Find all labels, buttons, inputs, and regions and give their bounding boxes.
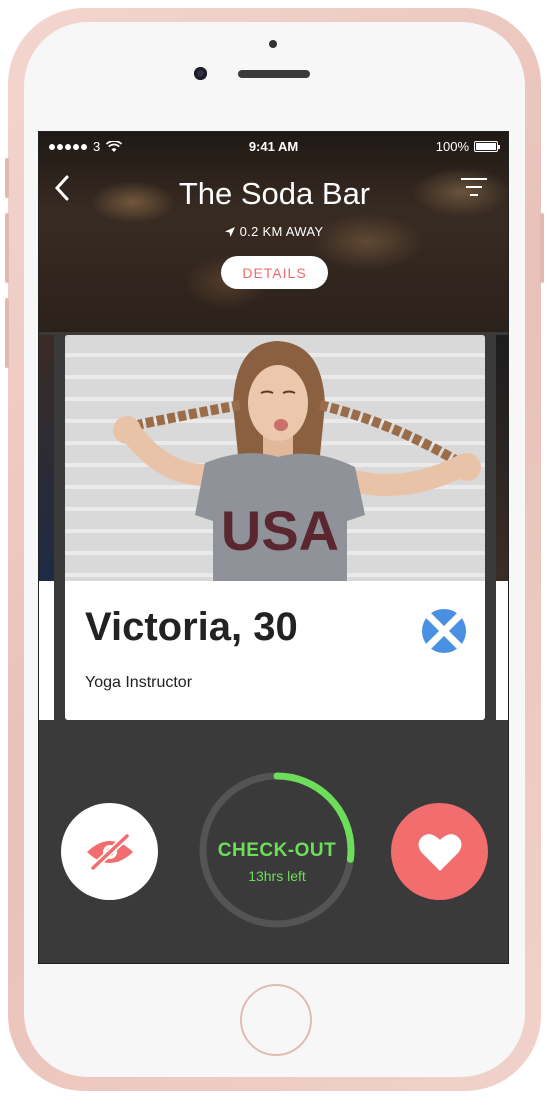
filter-icon <box>461 178 487 196</box>
battery-group: 100% <box>435 139 500 154</box>
power-button <box>540 213 544 283</box>
status-bar: 3 9:41 AM 100% <box>39 132 508 160</box>
proximity-sensor <box>269 40 277 48</box>
battery-percent: 100% <box>435 139 469 154</box>
profile-name: Victoria, 30 <box>85 605 298 649</box>
distance-indicator: 0.2 KM AWAY <box>39 224 508 239</box>
volume-up-button <box>5 213 9 283</box>
mute-switch <box>5 158 9 198</box>
volume-down-button <box>5 298 9 368</box>
shirt-print-text: USA <box>221 499 339 562</box>
hide-button[interactable] <box>61 803 158 900</box>
next-profile-card[interactable] <box>496 335 508 720</box>
back-chevron-icon <box>54 175 69 201</box>
profile-card[interactable]: USA Victoria, 30 Yoga Instructor <box>65 335 485 720</box>
app-screen: 3 9:41 AM 100% The Soda Bar 0.2 KM AWAY … <box>38 131 509 964</box>
like-button[interactable] <box>391 803 488 900</box>
checkout-label: CHECK-OUT <box>217 840 337 861</box>
heart-icon <box>418 833 461 871</box>
profile-photo: USA <box>65 335 485 581</box>
distance-text: 0.2 KM AWAY <box>239 224 324 239</box>
filter-button[interactable] <box>460 176 488 198</box>
earpiece-speaker <box>238 70 310 78</box>
battery-icon <box>474 141 500 152</box>
checkout-time-left: 13hrs left <box>248 868 306 884</box>
nationality-flag-icon <box>422 609 466 653</box>
profile-photo-illustration: USA <box>113 341 481 581</box>
venue-title: The Soda Bar <box>178 176 371 211</box>
profile-occupation: Yoga Instructor <box>85 674 193 691</box>
back-button[interactable] <box>51 174 75 202</box>
checkout-button[interactable]: CHECK-OUT 13hrs left <box>197 770 357 930</box>
front-camera <box>194 67 207 80</box>
hide-eye-icon <box>86 832 133 871</box>
previous-profile-card[interactable] <box>39 335 54 720</box>
location-arrow-icon <box>224 226 235 237</box>
home-button[interactable] <box>240 984 312 1056</box>
details-button[interactable]: DETAILS <box>221 256 328 289</box>
